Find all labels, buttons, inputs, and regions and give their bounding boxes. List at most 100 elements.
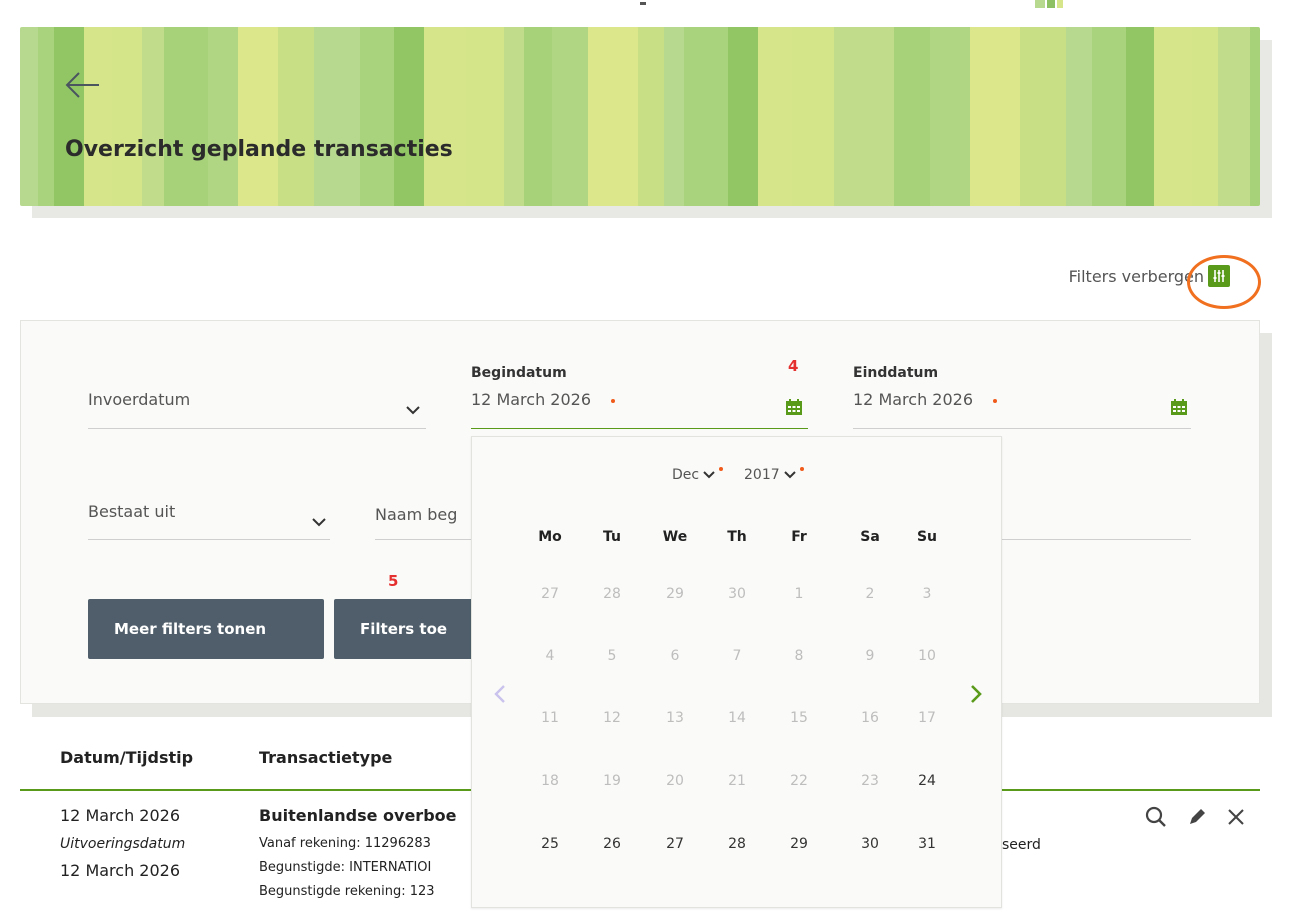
annotation-marker: 4 (788, 357, 799, 375)
banner-stripe (112, 27, 142, 206)
date-type-select[interactable]: Invoerdatum (88, 390, 426, 429)
apply-filters-button[interactable]: Filters toe (334, 599, 484, 659)
consists-of-select[interactable]: Bestaat uit (88, 502, 330, 540)
calendar-day[interactable]: 31 (907, 829, 947, 859)
month-value: Dec (672, 467, 700, 483)
banner-stripe (84, 27, 112, 206)
filters-toggle-label: Filters verbergen (1068, 266, 1204, 286)
chevron-left-icon[interactable] (490, 682, 510, 706)
chevron-right-icon[interactable] (966, 682, 986, 706)
calendar-day[interactable]: 29 (779, 829, 819, 859)
banner-stripe (20, 27, 38, 206)
begin-date-field[interactable]: 12 March 2026 (471, 390, 808, 429)
close-icon[interactable] (1225, 806, 1247, 828)
calendar-day[interactable]: 10 (907, 641, 947, 671)
calendar-day[interactable]: 2 (850, 579, 890, 609)
highlight-ring (1187, 255, 1261, 309)
calendar-day[interactable]: 3 (907, 579, 947, 609)
page-banner: Overzicht geplande transacties (20, 27, 1260, 206)
end-date-field[interactable]: 12 March 2026 (853, 390, 1191, 429)
calendar-day[interactable]: 22 (779, 766, 819, 796)
weekday-header: Sa (860, 529, 880, 545)
banner-stripe (1020, 27, 1066, 206)
banner-stripe (894, 27, 930, 206)
more-filters-button[interactable]: Meer filters tonen (88, 599, 324, 659)
calendar-icon[interactable] (1170, 398, 1188, 416)
calendar-day[interactable]: 29 (655, 579, 695, 609)
pencil-icon[interactable] (1186, 806, 1208, 828)
banner-stripe (664, 27, 684, 206)
row-beneficiary: Begunstigde: INTERNATIOI (259, 860, 432, 875)
banner-stripe (792, 27, 834, 206)
calendar-day[interactable]: 4 (530, 641, 570, 671)
calendar-day[interactable]: 11 (530, 703, 570, 733)
banner-stripe (238, 27, 278, 206)
top-edge (0, 0, 1298, 8)
calendar-day[interactable]: 26 (592, 829, 632, 859)
year-select[interactable]: 2017 (744, 467, 804, 483)
banner-stripe (1092, 27, 1126, 206)
calendar-day[interactable]: 19 (592, 766, 632, 796)
banner-stripe (314, 27, 360, 206)
weekday-header: Fr (791, 529, 807, 545)
begin-date-value: 12 March 2026 (471, 390, 592, 409)
calendar-day[interactable]: 28 (592, 579, 632, 609)
weekday-header: Tu (603, 529, 621, 545)
banner-stripe (1218, 27, 1250, 206)
consists-of-value: Bestaat uit (88, 502, 176, 521)
date-type-value: Invoerdatum (88, 390, 191, 409)
banner-stripe (142, 27, 164, 206)
calendar-day[interactable]: 23 (850, 766, 890, 796)
calendar-day[interactable]: 7 (717, 641, 757, 671)
banner-stripe (524, 27, 552, 206)
calendar-day[interactable]: 28 (717, 829, 757, 859)
annotation-marker: 5 (388, 572, 399, 590)
banner-stripe (54, 27, 84, 206)
calendar-day[interactable]: 14 (717, 703, 757, 733)
calendar-day[interactable]: 9 (850, 641, 890, 671)
search-icon[interactable] (1145, 806, 1167, 828)
banner-stripe (38, 27, 54, 206)
banner-stripe (394, 27, 424, 206)
banner-stripe (360, 27, 394, 206)
calendar-day[interactable]: 24 (907, 766, 947, 796)
calendar-day[interactable]: 20 (655, 766, 695, 796)
month-select[interactable]: Dec (672, 467, 724, 483)
calendar-day[interactable]: 30 (717, 579, 757, 609)
banner-stripe (164, 27, 208, 206)
row-type-title: Buitenlandse overboe (259, 806, 457, 825)
calendar-day[interactable]: 16 (850, 703, 890, 733)
row-status: seerd (1002, 837, 1041, 853)
banner-stripe (1066, 27, 1092, 206)
banner-stripe (728, 27, 758, 206)
calendar-day[interactable]: 1 (779, 579, 819, 609)
banner-stripe (278, 27, 314, 206)
banner-stripe (1154, 27, 1192, 206)
chevron-down-icon[interactable] (406, 405, 420, 415)
calendar-day[interactable]: 21 (717, 766, 757, 796)
banner-stripe (588, 27, 638, 206)
arrow-left-icon[interactable] (65, 71, 101, 99)
calendar-day[interactable]: 8 (779, 641, 819, 671)
calendar-day[interactable]: 12 (592, 703, 632, 733)
banner-stripe (1192, 27, 1218, 206)
chevron-down-icon[interactable] (312, 517, 326, 527)
calendar-day[interactable]: 17 (907, 703, 947, 733)
calendar-icon[interactable] (785, 398, 803, 416)
banner-stripe (466, 27, 504, 206)
calendar-day[interactable]: 13 (655, 703, 695, 733)
calendar-day[interactable]: 27 (655, 829, 695, 859)
top-edge-logo-fragment (1035, 0, 1063, 8)
calendar-day[interactable]: 6 (655, 641, 695, 671)
calendar-day[interactable]: 18 (530, 766, 570, 796)
calendar-day[interactable]: 15 (779, 703, 819, 733)
banner-stripe (1250, 27, 1260, 206)
chevron-down-icon (703, 471, 715, 479)
datepicker-popup: Dec 2017 Mo Tu We Th Fr Sa Su 27 28 29 30 1 2 3 4 5 6 7 8 9… (471, 436, 1002, 908)
calendar-day[interactable]: 5 (592, 641, 632, 671)
banner-stripe (930, 27, 970, 206)
column-header-datetime: Datum/Tijdstip (60, 748, 194, 767)
calendar-day[interactable]: 30 (850, 829, 890, 859)
calendar-day[interactable]: 25 (530, 829, 570, 859)
calendar-day[interactable]: 27 (530, 579, 570, 609)
